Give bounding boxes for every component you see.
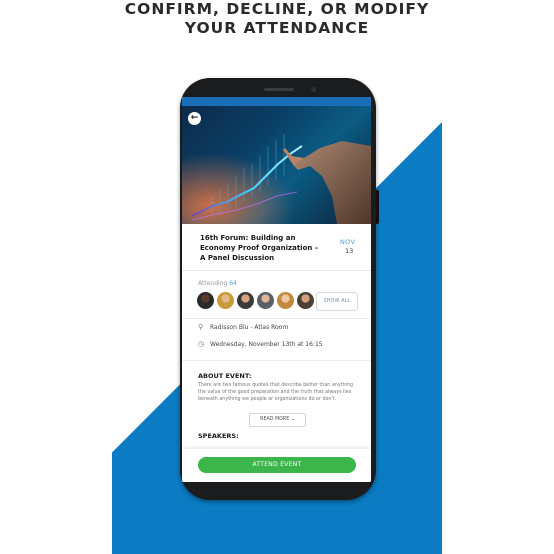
divider — [182, 318, 371, 319]
show-all-button[interactable]: SHOW ALL — [316, 292, 358, 311]
event-header: 16th Forum: Building an Economy Proof Or… — [182, 224, 371, 271]
attending-summary: Attending 64 — [198, 280, 237, 287]
status-bar — [182, 97, 371, 106]
datetime-text: Wednesday, November 13th at 16:15 — [210, 341, 323, 348]
about-event-label: ABOUT EVENT: — [198, 372, 252, 380]
speakers-label: SPEAKERS: — [198, 432, 239, 440]
read-more-label: READ MORE — [260, 417, 290, 422]
headline: CONFIRM, DECLINE, OR MODIFY YOUR ATTENDA… — [0, 0, 554, 38]
event-date-day: 13 — [345, 247, 354, 255]
hero-illustration — [182, 106, 371, 224]
event-hero-image: ← — [182, 106, 371, 224]
avatar[interactable] — [197, 292, 214, 309]
location-text: Radisson Blu - Atlas Room — [210, 324, 289, 331]
datetime-row: ◷ Wednesday, November 13th at 16:15 — [198, 340, 323, 348]
chevron-down-icon: ⌄ — [290, 417, 295, 422]
location-row[interactable]: ⚲ Radisson Blu - Atlas Room — [198, 323, 288, 331]
headline-line-2: YOUR ATTENDANCE — [184, 19, 370, 37]
phone-side-button — [376, 190, 379, 224]
avatar[interactable] — [297, 292, 314, 309]
attending-label: Attending — [198, 280, 228, 287]
read-more-button[interactable]: READ MORE ⌄ — [249, 413, 306, 427]
app-screen: ← 16th Forum: Building an Economy Proof … — [182, 97, 371, 482]
avatar[interactable] — [257, 292, 274, 309]
attending-count: 64 — [229, 280, 237, 287]
divider — [182, 360, 371, 361]
back-arrow-icon[interactable]: ← — [188, 112, 201, 125]
map-pin-icon: ⚲ — [198, 323, 204, 331]
event-title: 16th Forum: Building an Economy Proof Or… — [200, 234, 319, 262]
avatar[interactable] — [217, 292, 234, 309]
avatar[interactable] — [237, 292, 254, 309]
phone-speaker — [264, 88, 294, 91]
attend-event-button[interactable]: ATTEND EVENT — [198, 457, 356, 473]
avatar[interactable] — [277, 292, 294, 309]
headline-line-1: CONFIRM, DECLINE, OR MODIFY — [124, 0, 430, 18]
clock-icon: ◷ — [198, 340, 205, 348]
about-event-text: There are two famous quotes that describ… — [198, 383, 353, 402]
phone-camera — [311, 87, 316, 92]
event-date-month: NOV — [340, 238, 356, 246]
